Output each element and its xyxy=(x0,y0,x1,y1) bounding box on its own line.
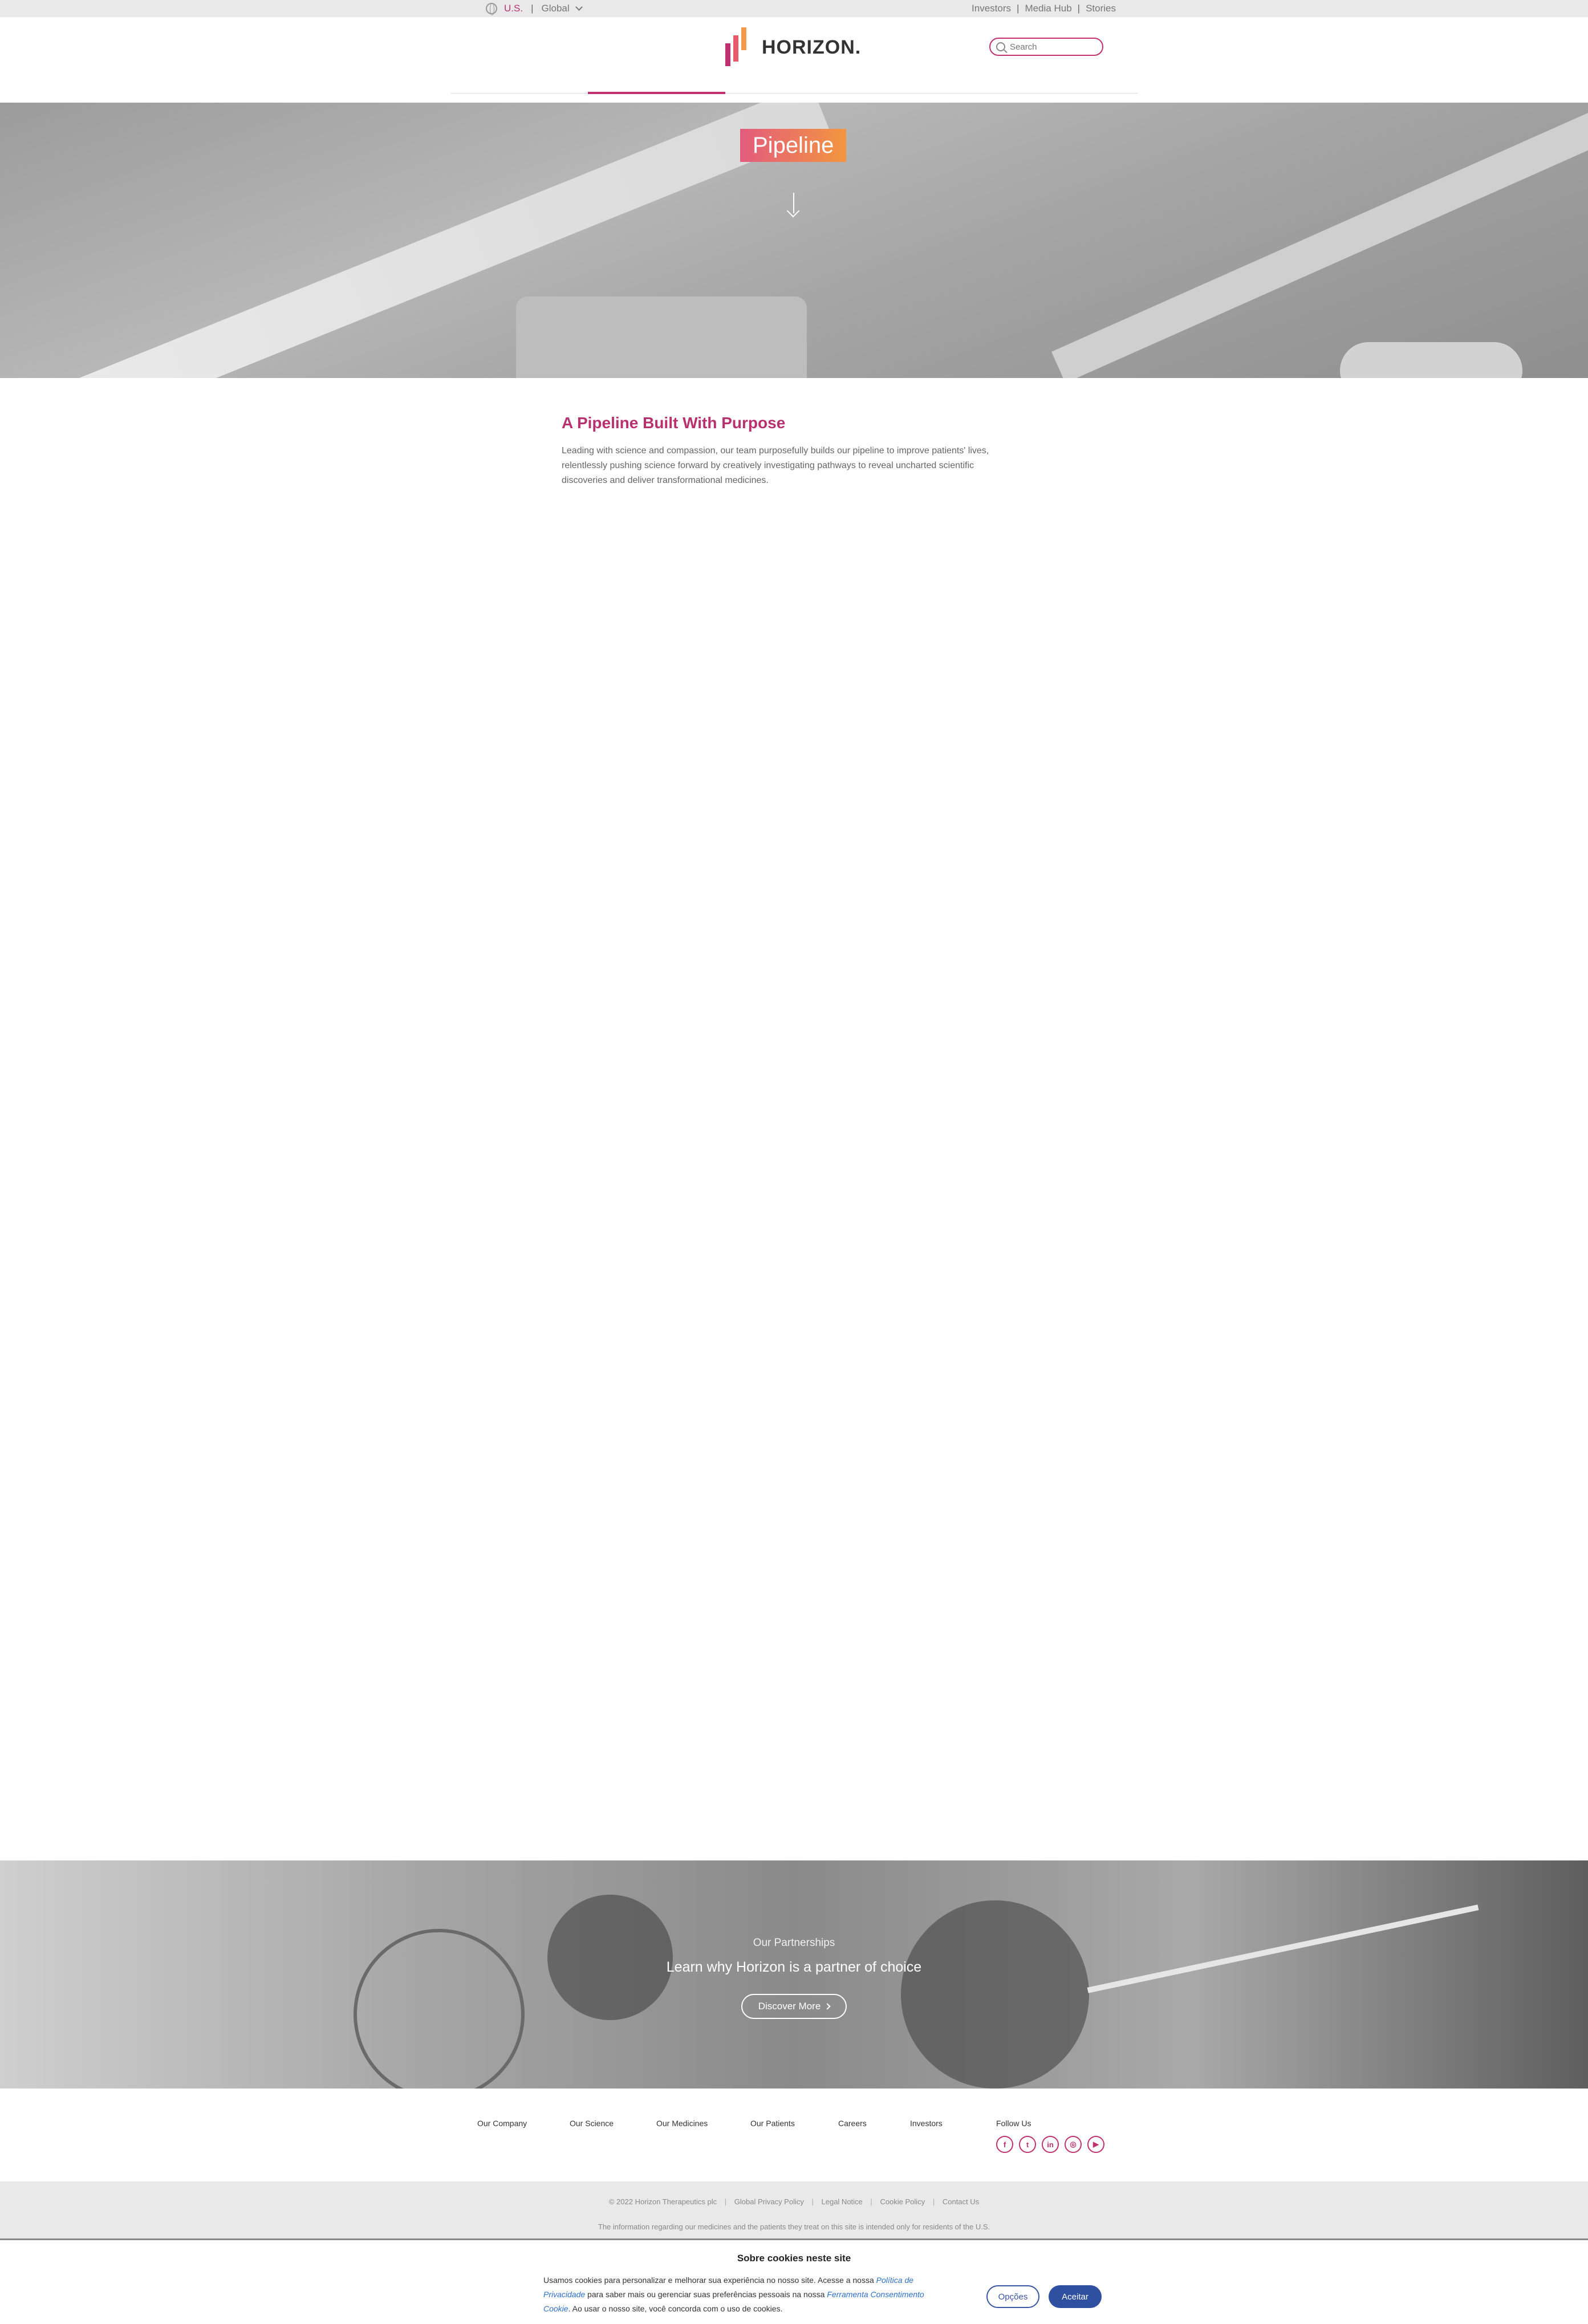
follow-us-label: Follow Us xyxy=(996,2119,1031,2128)
divider: | xyxy=(1077,3,1081,14)
copyright-text: © 2022 Horizon Therapeutics plc xyxy=(608,2197,717,2206)
discover-more-label: Discover More xyxy=(758,2001,821,2012)
divider: | xyxy=(932,2197,935,2206)
utility-links: Investors | Media Hub | Stories xyxy=(972,0,1116,17)
footer-link-our-science[interactable]: Our Science xyxy=(570,2119,656,2128)
cookie-text: Usamos cookies para personalizar e melho… xyxy=(543,2273,925,2316)
section-body: Leading with science and compassion, our… xyxy=(562,446,989,485)
search-icon[interactable] xyxy=(996,42,1005,51)
cookie-accept-button[interactable]: Aceitar xyxy=(1049,2285,1102,2308)
divider: | xyxy=(1017,3,1020,14)
arrow-down-icon[interactable] xyxy=(793,193,794,213)
divider: | xyxy=(870,2197,872,2206)
cookie-banner: Sobre cookies neste site Usamos cookies … xyxy=(0,2238,1588,2324)
utility-bar: U.S. | Global Investors | Media Hub | St… xyxy=(0,0,1588,17)
section-heading: A Pipeline Built With Purpose xyxy=(562,414,786,432)
legal-link-privacy[interactable]: Global Privacy Policy xyxy=(734,2197,804,2206)
search-box[interactable] xyxy=(989,38,1103,56)
legal-links: © 2022 Horizon Therapeutics plc | Global… xyxy=(0,2197,1588,2206)
utility-link-investors[interactable]: Investors xyxy=(972,3,1011,14)
divider: | xyxy=(724,2197,727,2206)
banner-title: Learn why Horizon is a partner of choice xyxy=(666,1959,922,1975)
youtube-icon[interactable]: ▶ xyxy=(1087,2136,1104,2153)
footer-link-careers[interactable]: Careers xyxy=(838,2119,910,2128)
site-header: HORIZON. Our Company Our Science Our Med… xyxy=(0,17,1588,113)
divider: | xyxy=(531,3,534,14)
chevron-down-icon[interactable] xyxy=(575,3,583,11)
footer-link-our-patients[interactable]: Our Patients xyxy=(750,2119,838,2128)
page-title: Pipeline xyxy=(740,129,847,162)
horizon-logo[interactable]: HORIZON. xyxy=(723,25,861,70)
divider: | xyxy=(811,2197,814,2206)
footer-link-our-medicines[interactable]: Our Medicines xyxy=(656,2119,750,2128)
instagram-icon[interactable]: ◎ xyxy=(1065,2136,1082,2153)
footer-nav: Our Company Our Science Our Medicines Ou… xyxy=(477,2119,943,2128)
facebook-icon[interactable]: f xyxy=(996,2136,1013,2153)
legal-link-contact[interactable]: Contact Us xyxy=(943,2197,979,2206)
utility-link-stories[interactable]: Stories xyxy=(1086,3,1116,14)
banner-eyebrow: Our Partnerships xyxy=(753,1937,835,1949)
us-residents-note: The information regarding our medicines … xyxy=(598,2223,990,2231)
locale-global[interactable]: Global xyxy=(541,3,569,14)
search-input[interactable] xyxy=(1010,42,1095,52)
banner-background-image xyxy=(354,1929,525,2089)
linkedin-icon[interactable]: in xyxy=(1042,2136,1059,2153)
footer-link-investors[interactable]: Investors xyxy=(910,2119,943,2128)
horizon-logo-mark-icon xyxy=(723,25,753,70)
cookie-text-part: Usamos cookies para personalizar e melho… xyxy=(543,2276,876,2285)
locale-us[interactable]: U.S. xyxy=(504,3,523,14)
legal-link-notice[interactable]: Legal Notice xyxy=(822,2197,863,2206)
cookie-title: Sobre cookies neste site xyxy=(737,2253,851,2264)
utility-link-media-hub[interactable]: Media Hub xyxy=(1025,3,1071,14)
chevron-right-icon xyxy=(824,2003,831,2010)
logo-wordmark: HORIZON. xyxy=(762,36,862,58)
locale-switcher[interactable]: U.S. | Global xyxy=(486,0,583,17)
twitter-icon[interactable]: t xyxy=(1019,2136,1036,2153)
cookie-text-part: . Ao usar o nosso site, você concorda co… xyxy=(568,2304,783,2313)
social-links: f t in ◎ ▶ xyxy=(996,2136,1110,2153)
legal-link-cookie-policy[interactable]: Cookie Policy xyxy=(880,2197,925,2206)
cookie-text-part: para saber mais ou gerenciar suas prefer… xyxy=(585,2290,827,2299)
globe-icon xyxy=(486,3,497,15)
cookie-options-button[interactable]: Opções xyxy=(986,2285,1039,2308)
discover-more-button[interactable]: Discover More xyxy=(741,1994,847,2019)
footer-link-our-company[interactable]: Our Company xyxy=(477,2119,570,2128)
legal-bar: © 2022 Horizon Therapeutics plc | Global… xyxy=(0,2181,1588,2238)
